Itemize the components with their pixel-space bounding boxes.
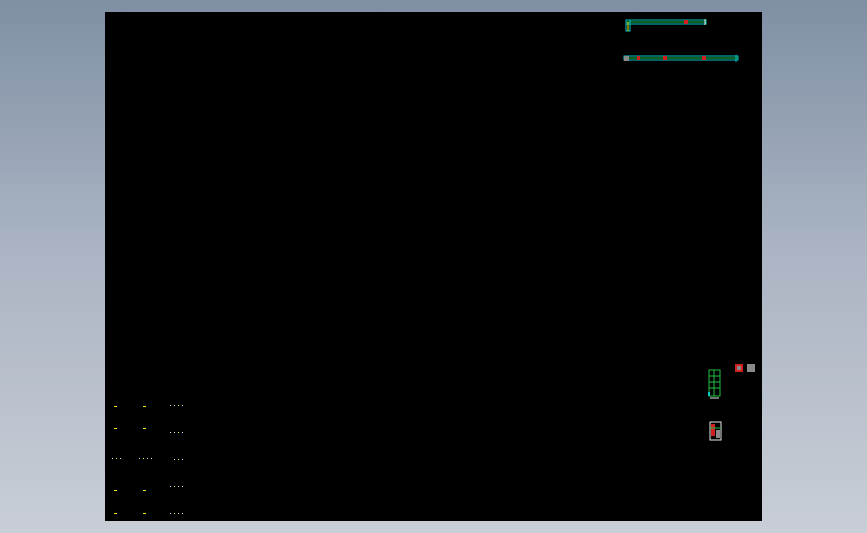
annotation-mark xyxy=(114,406,117,407)
annotation-dots xyxy=(170,513,183,515)
detail-part-grey[interactable] xyxy=(747,364,755,372)
annotation-dots xyxy=(170,405,183,407)
detail-part-red[interactable] xyxy=(735,364,743,372)
cad-model-viewport[interactable] xyxy=(105,12,762,521)
annotation-dots xyxy=(112,458,121,460)
annotation-mark xyxy=(143,406,146,407)
annotation-mark xyxy=(143,428,146,429)
annotation-dots xyxy=(170,486,183,488)
annotation-dots xyxy=(174,459,183,461)
annotation-dots xyxy=(139,458,152,460)
annotation-marks xyxy=(105,12,225,521)
annotation-mark xyxy=(143,490,146,491)
annotation-dots xyxy=(170,432,183,434)
annotation-mark xyxy=(114,513,117,514)
annotation-mark xyxy=(114,490,117,491)
top-drawing-strip[interactable] xyxy=(625,19,707,32)
cabinet-detail-section[interactable] xyxy=(709,421,722,441)
annotation-mark xyxy=(114,428,117,429)
cabinet-elevation[interactable] xyxy=(708,369,721,399)
lower-drawing-strip[interactable] xyxy=(623,55,739,62)
annotation-mark xyxy=(143,513,146,514)
